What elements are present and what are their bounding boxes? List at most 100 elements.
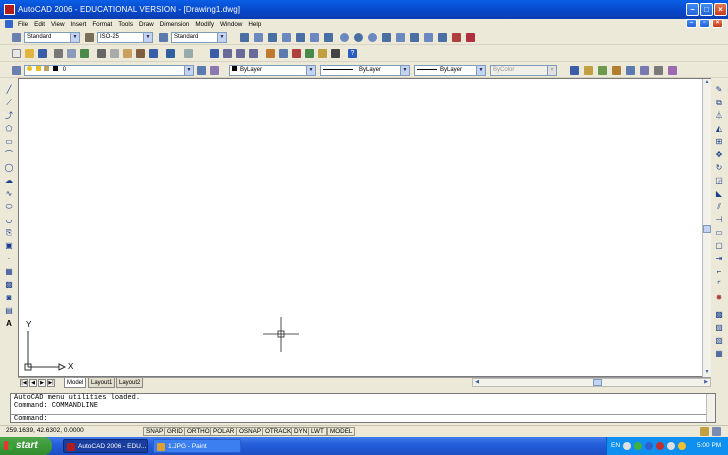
- color-control-select[interactable]: ByLayer ▼: [229, 65, 316, 76]
- language-indicator[interactable]: EN: [611, 437, 620, 455]
- publish-icon[interactable]: [80, 49, 89, 58]
- menu-format[interactable]: Format: [89, 21, 115, 28]
- dim-style-select[interactable]: ISO-25 ▼: [97, 32, 153, 43]
- menu-file[interactable]: File: [15, 21, 31, 28]
- copy-object-icon[interactable]: ⧉: [714, 98, 724, 107]
- fillet-arc-icon[interactable]: ⌜: [714, 280, 724, 289]
- tab-last-button[interactable]: ▶|: [47, 379, 55, 387]
- menu-help[interactable]: Help: [245, 21, 264, 28]
- block-editor-icon[interactable]: [149, 49, 158, 58]
- design-center-icon[interactable]: [279, 49, 288, 58]
- spline-icon[interactable]: ∿: [4, 189, 14, 198]
- tray-icon-2[interactable]: [634, 442, 642, 450]
- scene-icon[interactable]: [668, 66, 677, 75]
- table-style-icon[interactable]: [159, 33, 168, 42]
- region-icon[interactable]: ◙: [4, 293, 14, 302]
- draw-order-under-icon[interactable]: ▦: [714, 349, 724, 358]
- stretch-icon[interactable]: ◣: [714, 189, 724, 198]
- paste-icon[interactable]: [123, 49, 132, 58]
- document-icon[interactable]: [5, 20, 13, 28]
- rectangle-icon[interactable]: ▭: [4, 137, 14, 146]
- menu-tools[interactable]: Tools: [115, 21, 136, 28]
- close-button[interactable]: ×: [714, 3, 727, 16]
- leader-icon[interactable]: [396, 33, 405, 42]
- ordinate-icon[interactable]: [282, 33, 291, 42]
- insert-block-icon[interactable]: ⎘: [4, 228, 14, 237]
- calculator-icon[interactable]: [331, 49, 340, 58]
- viewports-icon[interactable]: [570, 66, 579, 75]
- maximize-button[interactable]: □: [700, 3, 713, 16]
- orbit-icon[interactable]: [626, 66, 635, 75]
- chamfer-icon[interactable]: ⇥: [714, 254, 724, 263]
- tray-icon-1[interactable]: [623, 442, 631, 450]
- array-icon[interactable]: ⊞: [714, 137, 724, 146]
- materials-icon[interactable]: [640, 66, 649, 75]
- text-style-icon[interactable]: [12, 33, 21, 42]
- scroll-right-arrow[interactable]: ▶: [702, 379, 710, 387]
- properties-icon[interactable]: [266, 49, 275, 58]
- lineweight-control-select[interactable]: ByLayer ▼: [414, 65, 486, 76]
- baseline-icon[interactable]: [368, 33, 377, 42]
- menu-edit[interactable]: Edit: [31, 21, 48, 28]
- doc-close-button[interactable]: ×: [712, 19, 723, 28]
- autocad-app-icon[interactable]: [4, 4, 15, 15]
- doc-restore-button[interactable]: ▫: [699, 19, 710, 28]
- scroll-down-arrow[interactable]: ▼: [703, 369, 711, 377]
- start-button[interactable]: start: [0, 437, 52, 455]
- tab-model[interactable]: Model: [64, 378, 87, 388]
- tab-first-button[interactable]: |◀: [20, 379, 28, 387]
- zoom-window-icon[interactable]: [236, 49, 245, 58]
- table-icon[interactable]: ▤: [4, 306, 14, 315]
- command-scrollbar[interactable]: [706, 394, 715, 422]
- tray-settings-icon[interactable]: [712, 427, 721, 436]
- move-icon[interactable]: ✥: [714, 150, 724, 159]
- menu-window[interactable]: Window: [217, 21, 245, 28]
- coordinates-readout[interactable]: 259.1639, 42.6302, 0.0000: [6, 426, 84, 436]
- zoom-previous-icon[interactable]: [249, 49, 258, 58]
- extend-icon[interactable]: ⊣: [714, 215, 724, 224]
- open-icon[interactable]: [25, 49, 34, 58]
- communication-center-icon[interactable]: [700, 427, 709, 436]
- draw-order-front-icon[interactable]: ▩: [714, 310, 724, 319]
- rotate-icon[interactable]: ↻: [714, 163, 724, 172]
- fillet-icon[interactable]: ⌐: [714, 267, 724, 276]
- task-paint[interactable]: 1.JPG - Paint: [153, 439, 241, 453]
- arc-icon[interactable]: ⌒: [4, 150, 14, 159]
- arc-length-icon[interactable]: [268, 33, 277, 42]
- doc-minimize-button[interactable]: –: [686, 19, 697, 28]
- dim-edit-icon[interactable]: [438, 33, 447, 42]
- angular-icon[interactable]: [340, 33, 349, 42]
- text-style-select[interactable]: Standard ▼: [24, 32, 80, 43]
- hatch-icon[interactable]: ▦: [4, 267, 14, 276]
- linear-dim-icon[interactable]: [240, 33, 249, 42]
- scroll-left-arrow[interactable]: ◀: [473, 379, 481, 387]
- layer-previous-icon[interactable]: [210, 66, 219, 75]
- undo-icon[interactable]: [166, 49, 175, 58]
- polygon-icon[interactable]: ⬠: [4, 124, 14, 133]
- linetype-control-select[interactable]: ByLayer ▼: [320, 65, 410, 76]
- menu-dimension[interactable]: Dimension: [157, 21, 193, 28]
- tolerance-icon[interactable]: [410, 33, 419, 42]
- construction-line-icon[interactable]: ⟋: [4, 98, 14, 107]
- point-icon[interactable]: ·: [4, 254, 14, 263]
- redo-icon[interactable]: [184, 49, 193, 58]
- tab-layout1[interactable]: Layout1: [88, 378, 116, 388]
- layer-manager-icon[interactable]: [12, 66, 21, 75]
- dim-style-icon[interactable]: [85, 33, 94, 42]
- minimize-button[interactable]: –: [686, 3, 699, 16]
- ortho-toggle[interactable]: ORTHO: [184, 427, 213, 436]
- sheet-set-icon[interactable]: [305, 49, 314, 58]
- mirror-icon[interactable]: ⏃: [714, 111, 724, 120]
- multiline-text-icon[interactable]: A: [4, 319, 14, 328]
- circle-icon[interactable]: ◯: [4, 163, 14, 172]
- save-icon[interactable]: [38, 49, 47, 58]
- drawing-canvas[interactable]: Y X: [18, 78, 711, 377]
- make-current-icon[interactable]: [197, 66, 206, 75]
- help-icon[interactable]: ?: [348, 49, 357, 58]
- continue-icon[interactable]: [382, 33, 391, 42]
- gradient-icon[interactable]: ▩: [4, 280, 14, 289]
- vertical-scrollbar[interactable]: ▲ ▼: [702, 79, 711, 377]
- camera-icon[interactable]: [654, 66, 663, 75]
- snap-toggle[interactable]: SNAP: [143, 427, 167, 436]
- scroll-up-arrow[interactable]: ▲: [703, 79, 711, 87]
